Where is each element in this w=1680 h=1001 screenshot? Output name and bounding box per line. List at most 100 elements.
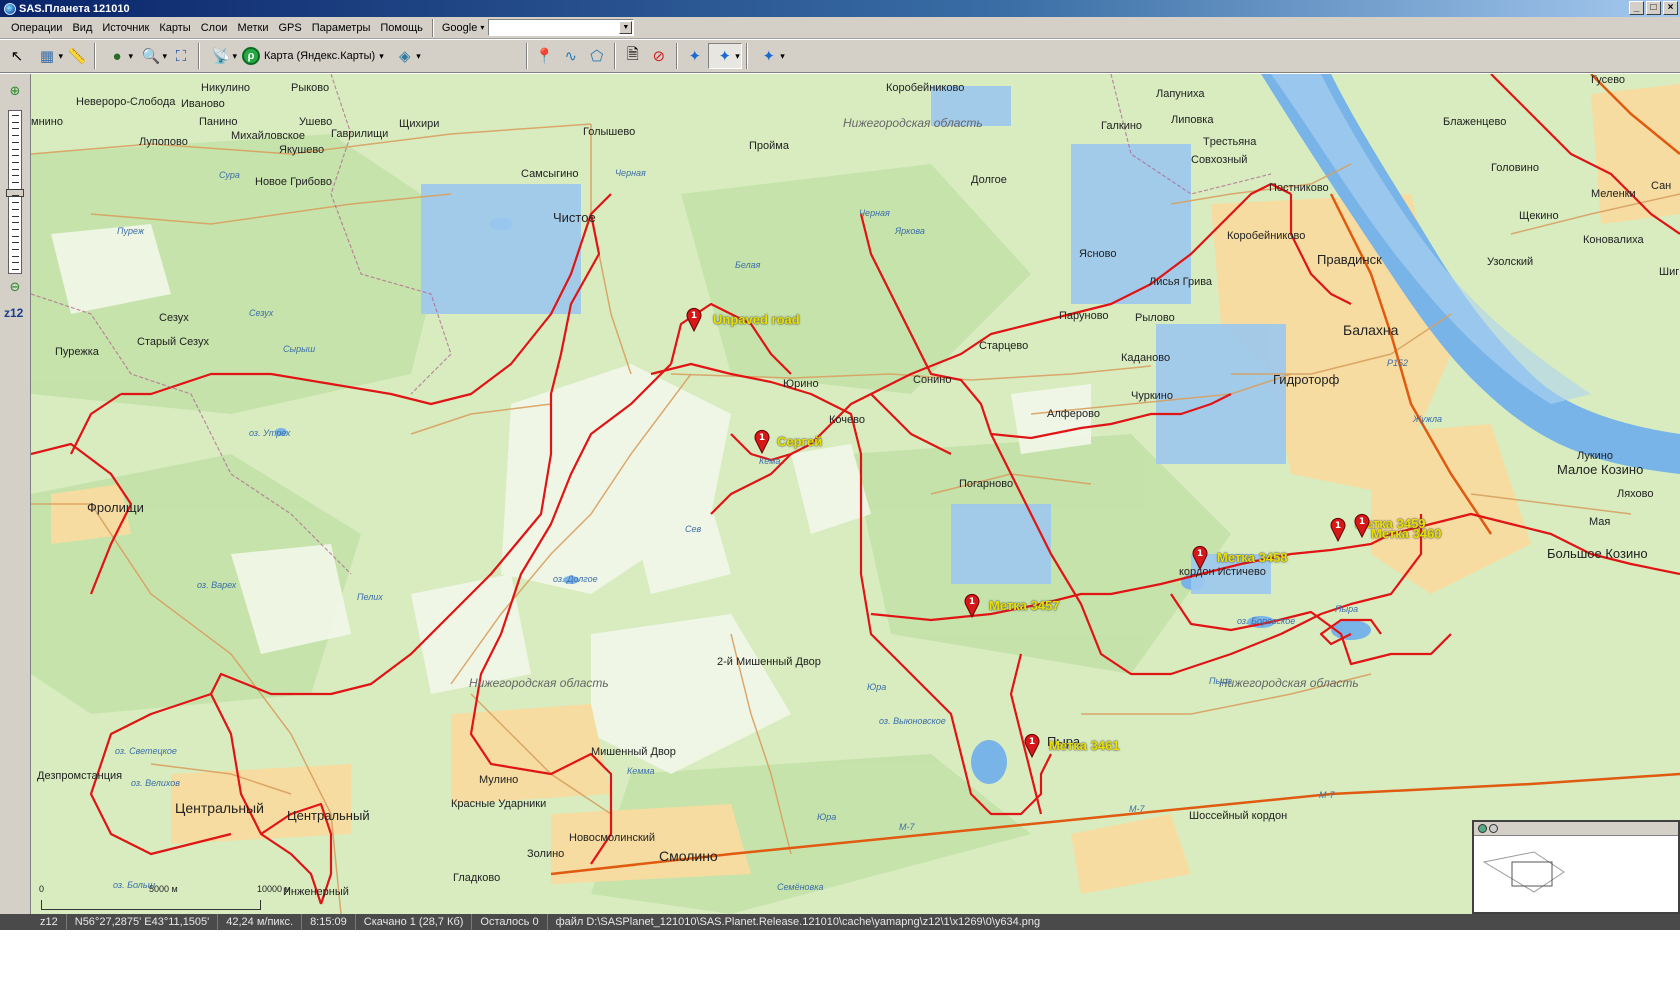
- zoom-tick: [12, 168, 19, 170]
- map-marker-label[interactable]: Сергей: [777, 434, 822, 449]
- minimize-button[interactable]: _: [1629, 1, 1644, 15]
- map-marker-label[interactable]: Метка 3460: [1371, 526, 1442, 541]
- map-marker-pin-icon[interactable]: 1: [1353, 512, 1371, 538]
- map-marker-label[interactable]: Метка 3458: [1217, 550, 1288, 565]
- water-label: Пыра: [1335, 604, 1359, 614]
- menu-gps[interactable]: GPS: [274, 22, 307, 34]
- search-input[interactable]: ▼: [488, 19, 635, 36]
- toolbar-separator: [94, 43, 96, 69]
- place-label: Ясново: [1079, 248, 1117, 260]
- gps-center-button[interactable]: ✦: [752, 43, 786, 69]
- place-label: Кочево: [829, 414, 865, 426]
- layers-button[interactable]: ◈: [388, 43, 422, 69]
- minimap-canvas: [1482, 851, 1565, 893]
- place-label: Лапуниха: [1156, 88, 1205, 100]
- map-marker-label[interactable]: Unpaved road: [713, 312, 800, 327]
- zoom-slider[interactable]: [6, 110, 24, 274]
- marks-manager-button[interactable]: 🗎: [620, 43, 646, 69]
- zoom-tick: [12, 215, 19, 217]
- zoom-tick: [12, 121, 19, 123]
- water-label: Сырыш: [283, 344, 316, 354]
- place-label: Лисья Грива: [1149, 276, 1213, 288]
- menu-settings[interactable]: Параметры: [307, 22, 376, 34]
- no-entry-icon: ⊘: [652, 48, 666, 65]
- place-label: Фролищи: [87, 500, 144, 515]
- menu-view[interactable]: Вид: [67, 22, 97, 34]
- place-label: Галкино: [1101, 120, 1143, 132]
- add-polygon-button[interactable]: ⬠: [584, 43, 610, 69]
- zoom-in-button[interactable]: ⊕: [6, 82, 24, 100]
- gps-track-button[interactable]: ✦: [707, 43, 742, 69]
- status-remaining: Осталось 0: [472, 914, 548, 930]
- map-marker-pin-icon[interactable]: 1: [963, 592, 981, 618]
- search-tool-button[interactable]: 🔍: [134, 43, 168, 69]
- place-label: Каданово: [1121, 352, 1171, 364]
- place-label: 2-й Мишенный Двор: [717, 656, 821, 668]
- add-point-button[interactable]: 📍: [532, 43, 558, 69]
- place-label: Коробейниково: [1227, 230, 1306, 242]
- zoom-tick: [12, 262, 19, 264]
- menu-help[interactable]: Помощь: [375, 22, 428, 34]
- map-view[interactable]: Невероро-Слобода Никулино Рыково мнино Ивано…: [31, 74, 1680, 914]
- map-marker-pin-icon[interactable]: 1: [753, 428, 771, 454]
- place-label: Самсыгино: [521, 168, 579, 180]
- toolbar-separator: [198, 43, 200, 69]
- zoom-tick: [12, 128, 19, 130]
- select-area-button[interactable]: ▦: [30, 43, 64, 69]
- place-label: Сонино: [913, 374, 952, 386]
- map-marker-label[interactable]: Метка 3457: [989, 598, 1060, 613]
- svg-text:1: 1: [1197, 549, 1203, 559]
- search-dropdown-icon[interactable]: ▼: [619, 21, 633, 34]
- gps-center-icon: ✦: [762, 48, 776, 65]
- close-button[interactable]: ×: [1663, 1, 1678, 15]
- document-icon: 🗎: [626, 45, 639, 63]
- menu-marks[interactable]: Метки: [232, 22, 273, 34]
- map-marker-pin-icon[interactable]: 1: [1023, 732, 1041, 758]
- globe-button[interactable]: ●: [100, 43, 134, 69]
- place-label: Ляхово: [1617, 488, 1654, 500]
- fullscreen-button[interactable]: ⛶: [168, 43, 194, 69]
- menu-maps[interactable]: Карты: [154, 22, 195, 34]
- place-label: Якушево: [279, 144, 325, 156]
- cursor-icon: ↖: [10, 48, 24, 65]
- map-marker-pin-icon[interactable]: 1: [1191, 544, 1209, 570]
- menu-layers[interactable]: Слои: [196, 22, 233, 34]
- place-label: Чуркино: [1131, 390, 1173, 402]
- hide-marks-button[interactable]: ⊘: [646, 43, 672, 69]
- app-globe-icon: [4, 2, 16, 15]
- place-label: Узолский: [1487, 256, 1534, 268]
- minimap[interactable]: [1472, 820, 1680, 914]
- zoom-out-button[interactable]: ⊖: [6, 278, 24, 296]
- gps-connect-button[interactable]: ✦: [682, 43, 708, 69]
- satellite-dish-button[interactable]: 📡: [204, 43, 238, 69]
- maximize-button[interactable]: □: [1646, 1, 1661, 15]
- search-engine-select[interactable]: Google ▾: [438, 22, 489, 34]
- region-label: Нижегородская область: [843, 116, 983, 130]
- place-label: Шоссейный кордон: [1189, 810, 1288, 822]
- search-engine-label: Google: [441, 21, 478, 34]
- place-label: Новое Грибово: [255, 176, 332, 188]
- map-marker-pin-icon[interactable]: 1: [685, 306, 703, 332]
- status-coordinates: N56°27,2875' E43°11,1505': [67, 914, 219, 930]
- water-label: М-7: [1319, 790, 1335, 800]
- place-label: Мишенный Двор: [591, 746, 676, 758]
- map-marker-label[interactable]: Метка 3461: [1049, 738, 1120, 753]
- pointer-tool-button[interactable]: ↖: [4, 43, 30, 69]
- place-label: Мулино: [479, 774, 519, 786]
- region-label: Нижегородская область: [1219, 676, 1359, 690]
- menu-source[interactable]: Источник: [97, 22, 154, 34]
- map-source-select[interactable]: ρ Карта (Яндекс.Карты) ▾: [238, 47, 388, 65]
- ruler-button[interactable]: 📏: [64, 43, 90, 69]
- water-label: М-7: [899, 822, 915, 832]
- menu-operations[interactable]: Операции: [6, 22, 67, 34]
- place-label: Пройма: [749, 140, 789, 152]
- place-label: Коробейниково: [886, 82, 965, 94]
- place-label: Алферово: [1047, 408, 1100, 420]
- place-label: Михайловское: [231, 130, 305, 142]
- map-marker-pin-icon[interactable]: 1: [1329, 516, 1347, 542]
- add-path-button[interactable]: ∿: [558, 43, 584, 69]
- zoom-tick: [12, 141, 19, 143]
- map-canvas: [31, 74, 1680, 914]
- place-label: Чистое: [553, 210, 596, 225]
- zoom-tick: [12, 155, 19, 157]
